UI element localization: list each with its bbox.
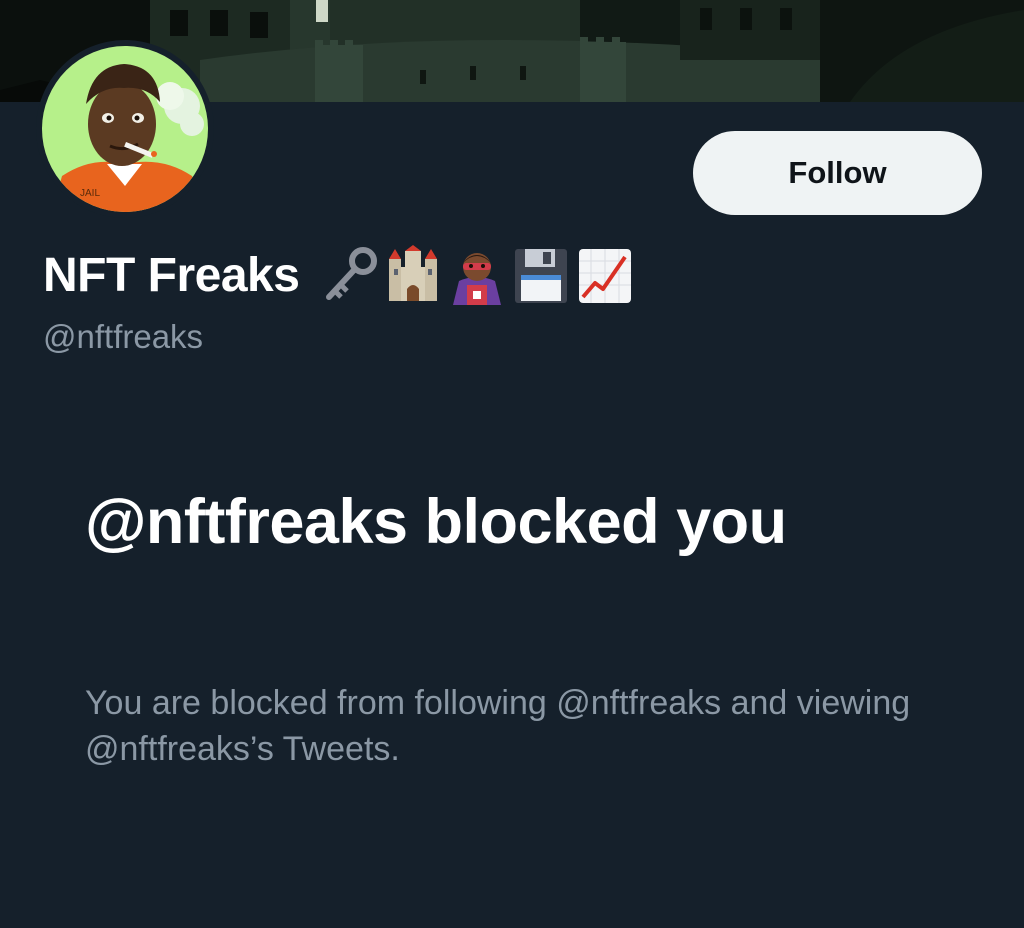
profile-name-row: NFT Freaks: [43, 243, 633, 307]
avatar[interactable]: JAIL: [36, 40, 214, 218]
name-emoji-row: [321, 245, 633, 305]
blocked-description: You are blocked from following @nftfreak…: [85, 684, 911, 768]
svg-text:JAIL: JAIL: [80, 188, 100, 199]
display-name: NFT Freaks: [43, 248, 300, 302]
floppy-disk-emoji-icon: [515, 249, 568, 303]
blocked-heading: @nftfreaks blocked you: [85, 487, 787, 557]
castle-emoji-icon: [389, 245, 438, 301]
chart-increasing-emoji-icon: [579, 249, 632, 303]
key-emoji-icon: [326, 247, 378, 300]
follow-button[interactable]: Follow: [693, 131, 982, 215]
superhero-emoji-icon: [453, 253, 502, 305]
profile-handle: @nftfreaks: [43, 318, 204, 355]
profile-picture-image: JAIL: [42, 46, 208, 212]
